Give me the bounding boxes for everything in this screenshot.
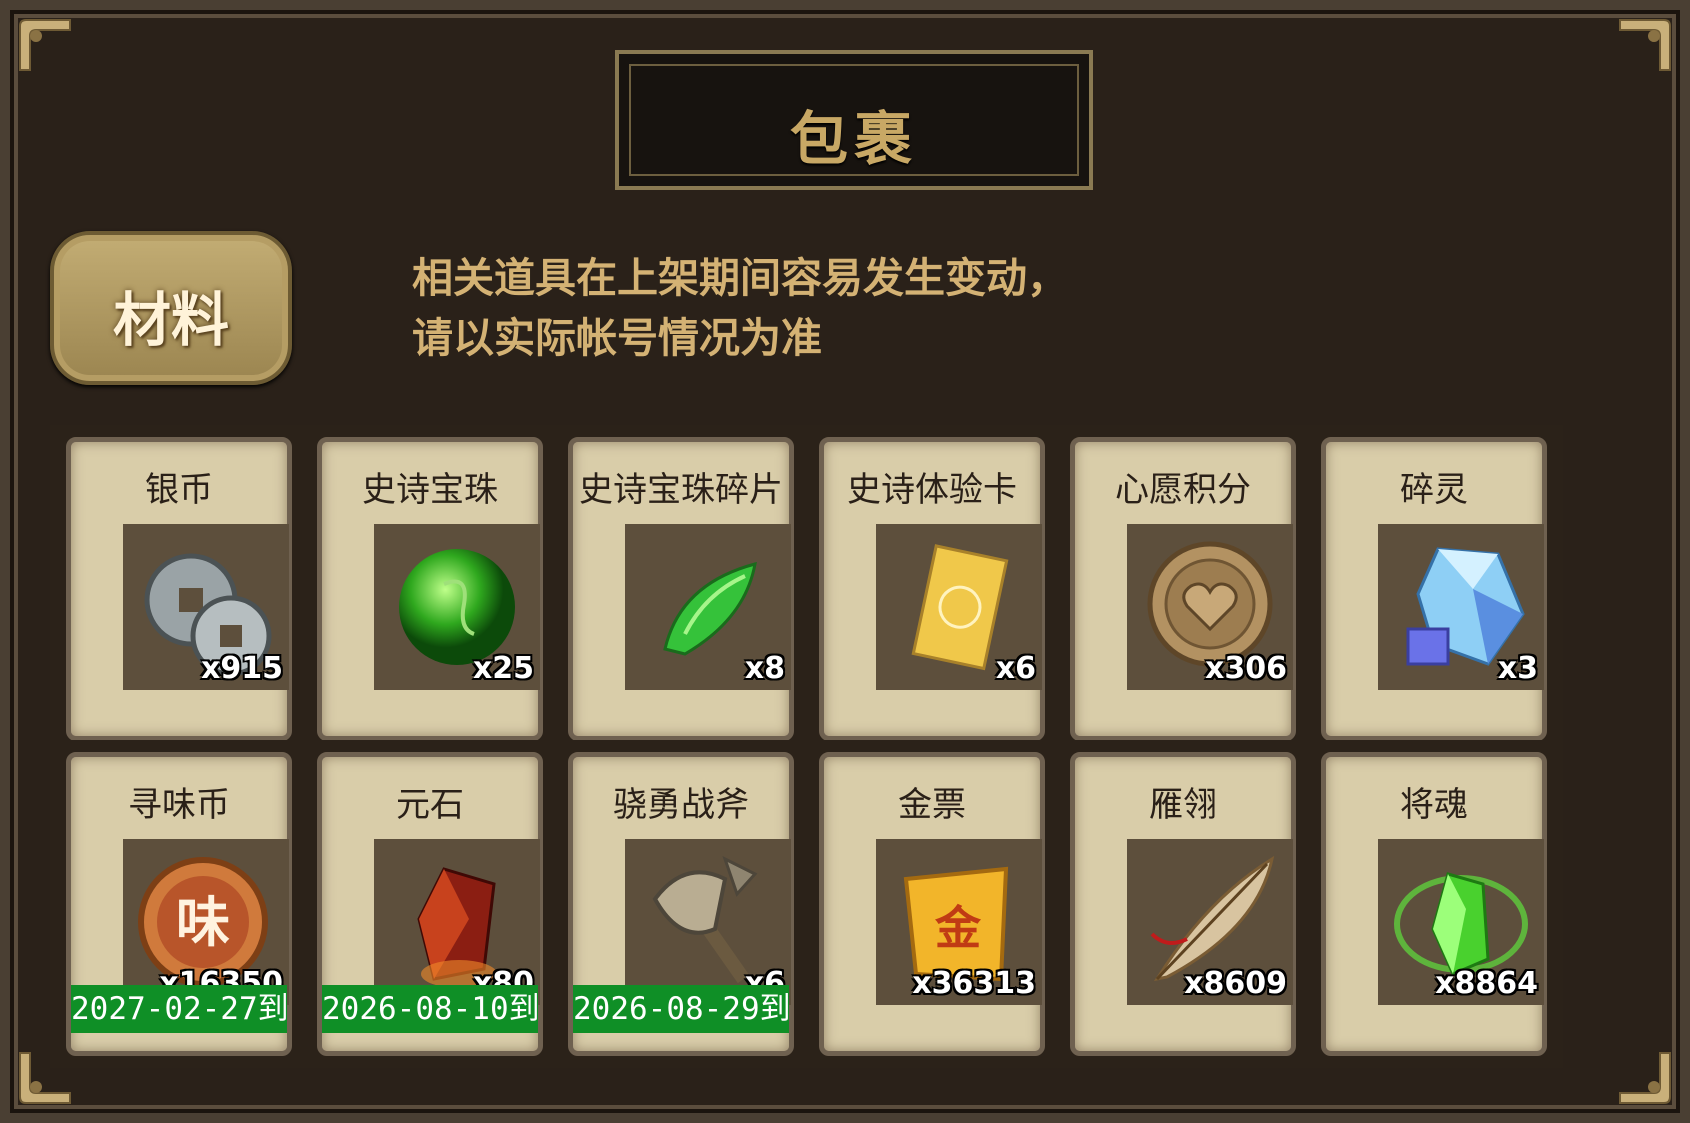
item-icon-box: x8864 [1378,839,1544,1005]
title-plaque: 包裹 [615,50,1093,190]
page-title: 包裹 [789,105,918,173]
item-card[interactable]: 金票金 x36313 [803,740,1061,1068]
notice-text: 相关道具在上架期间容易发生变动， 请以实际帐号情况为准 [412,248,1068,368]
notice-line-2: 请以实际帐号情况为准 [412,314,822,362]
item-card[interactable]: 史诗宝珠碎片 x8 [552,425,810,753]
corner-ornament [1616,1049,1674,1107]
item-count: x306 [1205,651,1287,686]
item-card[interactable]: 将魂 x8864 [1305,740,1563,1068]
item-name: 史诗宝珠 [362,470,498,510]
item-icon-box: x915 [123,524,289,690]
card-background: 碎灵 x3 [1321,437,1547,741]
card-background: 寻味币味x163502027-02-27到期 [66,752,292,1056]
item-icon-box: 金 x36313 [876,839,1042,1005]
expiry-badge: 2027-02-27到期 [71,985,287,1033]
item-icon-box: x8609 [1127,839,1293,1005]
item-name: 雁翎 [1149,785,1217,825]
item-count: x36313 [912,966,1036,1001]
item-icon-box: x80 [374,839,540,1005]
tab-materials[interactable]: 材料 [50,231,292,385]
expiry-badge: 2026-08-29到期 [573,985,789,1033]
card-background: 心愿积分 x306 [1070,437,1296,741]
item-icon-box: x8 [625,524,791,690]
item-card[interactable]: 骁勇战斧 x62026-08-29到期 [552,740,810,1068]
item-name: 将魂 [1400,785,1468,825]
card-background: 史诗体验卡 x6 [819,437,1045,741]
item-count: x6 [995,651,1036,686]
item-icon-box: x6 [625,839,791,1005]
item-card[interactable]: 寻味币味x163502027-02-27到期 [50,740,308,1068]
card-background: 雁翎 x8609 [1070,752,1296,1056]
inventory-panel: 包裹 材料 相关道具在上架期间容易发生变动， 请以实际帐号情况为准 银币 x915… [0,0,1690,1123]
item-name: 史诗宝珠碎片 [579,470,783,510]
item-count: x8 [744,651,785,686]
notice-line-1: 相关道具在上架期间容易发生变动， [412,254,1068,302]
item-icon-box: x306 [1127,524,1293,690]
item-icon-box: x3 [1378,524,1544,690]
svg-text:味: 味 [176,891,230,954]
svg-text:金: 金 [934,901,982,955]
item-name: 银币 [145,470,213,510]
item-icon-box: x25 [374,524,540,690]
card-background: 元石 x802026-08-10到期 [317,752,543,1056]
card-background: 史诗宝珠碎片 x8 [568,437,794,741]
item-card[interactable]: 雁翎 x8609 [1054,740,1312,1068]
item-name: 心愿积分 [1115,470,1251,510]
item-name: 史诗体验卡 [847,470,1017,510]
item-count: x3 [1497,651,1538,686]
card-background: 骁勇战斧 x62026-08-29到期 [568,752,794,1056]
expiry-badge: 2026-08-10到期 [322,985,538,1033]
item-card[interactable]: 心愿积分 x306 [1054,425,1312,753]
item-card[interactable]: 史诗宝珠 x25 [301,425,559,753]
card-background: 史诗宝珠 x25 [317,437,543,741]
item-name: 元石 [396,785,464,825]
item-name: 碎灵 [1400,470,1468,510]
tab-label: 材料 [112,286,229,354]
item-count: x915 [201,651,283,686]
corner-ornament [16,16,74,74]
item-card[interactable]: 史诗体验卡 x6 [803,425,1061,753]
item-icon-box: x6 [876,524,1042,690]
item-card[interactable]: 元石 x802026-08-10到期 [301,740,559,1068]
item-count: x8609 [1184,966,1287,1001]
card-background: 将魂 x8864 [1321,752,1547,1056]
item-icon-box: 味 x16350 [123,839,289,1005]
item-name: 骁勇战斧 [613,785,749,825]
corner-ornament [1616,16,1674,74]
item-name: 寻味币 [128,785,230,825]
item-name: 金票 [898,785,966,825]
item-count: x8864 [1435,966,1538,1001]
item-card[interactable]: 银币 x915 [50,425,308,753]
card-background: 银币 x915 [66,437,292,741]
item-count: x25 [472,651,534,686]
card-background: 金票金 x36313 [819,752,1045,1056]
item-card[interactable]: 碎灵 x3 [1305,425,1563,753]
